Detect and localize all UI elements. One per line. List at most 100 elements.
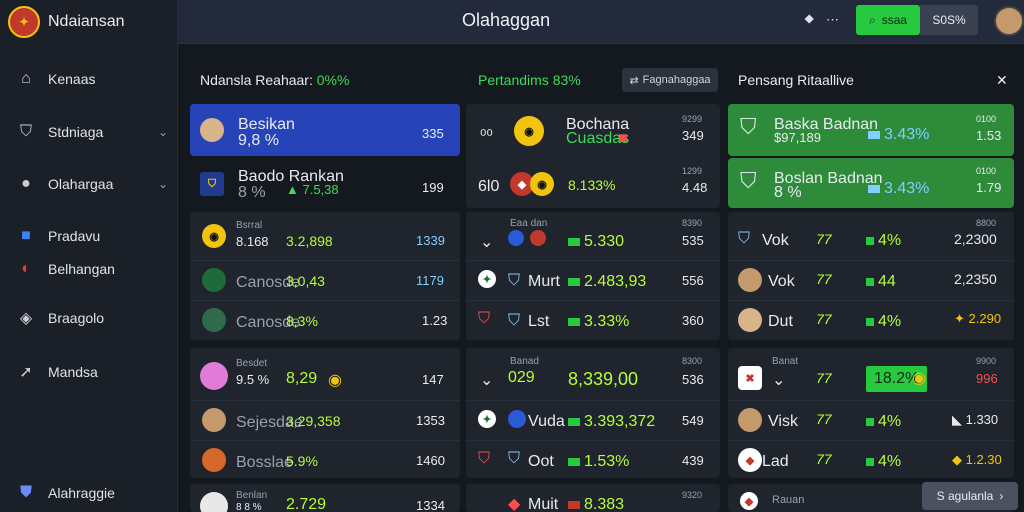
list-item-sub: 9,8 % [238, 132, 279, 149]
floating-action-button[interactable]: S agulanla › [922, 482, 1018, 510]
match-value[interactable]: 556 [682, 273, 704, 288]
list-item-odds: 3,0,43 [286, 273, 325, 289]
match-value[interactable]: 4.48 [682, 180, 707, 195]
sidebar-item-stdniaga[interactable]: ⛉ Stdniaga ⌄ [0, 117, 178, 147]
sidebar-item-label: Mandsa [48, 364, 98, 380]
pct-bar [868, 130, 880, 139]
match-top: 9320 [682, 490, 703, 500]
match-name: Eaa dan [510, 218, 548, 229]
list-item-value[interactable]: 2,2350 [954, 271, 997, 287]
list-item-value[interactable]: 199 [422, 180, 444, 195]
chevron-down-icon[interactable]: ⌄ [480, 232, 493, 252]
pct-bar [866, 277, 874, 286]
crest-icon: ⛊ [19, 484, 32, 501]
match-value[interactable]: 349 [682, 128, 704, 143]
pct-bar [866, 236, 874, 245]
list-item-value[interactable]: ✦ 2.290 [954, 311, 1001, 327]
close-icon[interactable]: ✕ [996, 72, 1008, 89]
list-item-value[interactable]: 2,2300 [954, 231, 997, 247]
search-button[interactable]: ⌕ ssaa [856, 5, 920, 35]
odds-bar [568, 277, 580, 286]
arrow-icon: ➚ [19, 364, 33, 381]
sidebar-item-home[interactable]: ⌂ Kenaas [0, 64, 178, 94]
list-item-value[interactable]: 996 [976, 371, 998, 386]
search-icon: ⌕ [868, 12, 876, 27]
shield-icon: ⛉ [200, 172, 224, 196]
match-value[interactable]: 549 [682, 413, 704, 428]
brand-logo-icon: ✦ [8, 6, 40, 38]
list-item-pct: 4% [866, 313, 901, 331]
list-item-mark: 77 [816, 231, 832, 247]
list-item-odds: 8,29 [286, 370, 318, 387]
player-avatar [202, 268, 226, 292]
avatar[interactable] [994, 6, 1024, 36]
pct-value: 4% [878, 413, 902, 430]
list-item-pct: 4% [866, 453, 901, 471]
list-item-value[interactable]: ◣ 1.330 [952, 412, 998, 428]
list-item-value[interactable]: ◆ 1.2.30 [952, 452, 1002, 468]
balance-display[interactable]: S0S% [920, 5, 978, 35]
list-item-value[interactable]: 1339 [416, 233, 445, 248]
team-crest-icon: ⛉ [508, 312, 521, 329]
player-avatar [202, 408, 226, 432]
list-item-value[interactable]: 335 [422, 126, 444, 141]
divider [728, 300, 1014, 301]
divider [190, 400, 460, 401]
sidebar-item-belhangan[interactable]: ◐ Belhangan [0, 254, 178, 284]
team-crest-icon: ◆ [508, 496, 521, 512]
divider [466, 400, 720, 401]
list-item-name: Besdet [236, 358, 268, 369]
filter-icon: ⇄ [629, 74, 639, 87]
match-value[interactable]: 439 [682, 453, 704, 468]
sidebar-item-pradavu[interactable]: ■ Pradavu [0, 221, 178, 251]
odds-bar [568, 500, 580, 509]
list-item-value[interactable]: 1353 [416, 413, 445, 428]
mid-title-value: 83% [552, 72, 581, 88]
list-item-pct: 4% [866, 413, 901, 431]
odds-value: 3.33% [584, 313, 630, 330]
team-crest-icon: ◉ [202, 224, 226, 248]
list-item-value[interactable]: 1460 [416, 453, 445, 468]
sidebar-footer[interactable]: ⛊ Alahraggie [0, 478, 178, 508]
team-crest-icon: ◉ [530, 172, 554, 196]
player-avatar [200, 118, 224, 142]
team-crest-icon: ✦ [478, 270, 496, 288]
odds-value: 1.53% [584, 453, 630, 470]
brand[interactable]: ✦ Ndaiansan [0, 0, 177, 44]
right-column-title: Pensang Ritaallive [738, 72, 854, 88]
match-value[interactable]: 536 [682, 372, 704, 387]
list-item-value[interactable]: 1.79 [976, 180, 1001, 195]
chevron-down-icon[interactable]: ⌄ [480, 370, 493, 390]
list-item-odds: 3,29,358 [286, 413, 341, 429]
sidebar-item-mandsa[interactable]: ➚ Mandsa [0, 357, 178, 387]
value-text: 1.330 [965, 412, 999, 427]
more-icon[interactable]: ⋯ [826, 12, 839, 28]
filter-label: Fagnahaggaa [642, 74, 711, 86]
match-odds: 1.53% [568, 453, 629, 471]
list-item-sub: 8.168 [236, 234, 269, 249]
list-item-odds: 5.9% [286, 453, 318, 469]
settings-icon[interactable]: ⯁ [804, 12, 814, 28]
list-item-mark: 77 [816, 271, 832, 287]
list-item-value[interactable]: 1.23 [422, 313, 447, 328]
list-item-name: Banat [772, 356, 799, 367]
team-crest-icon: ⛉ [478, 310, 491, 327]
match-value[interactable]: 360 [682, 313, 704, 328]
list-item-value[interactable]: 1179 [416, 273, 444, 288]
list-item-value[interactable]: 1.53 [976, 128, 1001, 143]
pct-value: 4% [878, 313, 902, 330]
left-card-highlight[interactable] [190, 104, 460, 156]
match-name: Oot [528, 453, 554, 470]
list-item-name: Vok [762, 232, 789, 249]
list-item-sub: 9.5 % [236, 372, 270, 387]
sidebar-item-label: Olahargaa [48, 176, 114, 192]
chevron-down-icon: ⌄ [157, 125, 168, 139]
list-item-value[interactable]: 147 [422, 372, 444, 387]
match-value[interactable]: 535 [682, 233, 704, 248]
list-item-value[interactable]: 1334 [416, 498, 445, 512]
sidebar-item-braagolo[interactable]: ◈ Braagolo [0, 303, 178, 333]
sidebar-item-olahargaa[interactable]: ● Olahargaa ⌄ [0, 169, 178, 199]
odds-value: 3.393,372 [584, 413, 656, 430]
filter-button[interactable]: ⇄ Fagnahaggaa [622, 68, 718, 92]
search-label: ssaa [881, 13, 908, 27]
